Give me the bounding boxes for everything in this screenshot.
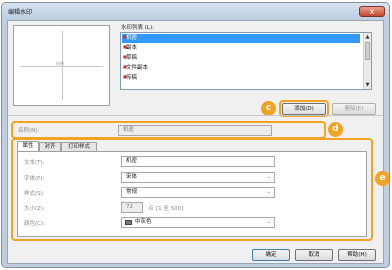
ok-button[interactable]: 确定 bbox=[252, 249, 290, 261]
color-select[interactable]: 中灰色 ⌄ bbox=[121, 217, 275, 228]
font-select[interactable]: 宋体 ⌄ bbox=[121, 172, 275, 183]
list-item[interactable]: ■ 传稿 bbox=[122, 74, 360, 83]
edit-watermark-dialog: 编辑水印 x 机密 水印列表 (L): ■ 机密 ■ 副本 ■ 草稿 ■ 文件副本 ■ 传… bbox=[1, 2, 390, 268]
cancel-button[interactable]: 取消 bbox=[295, 249, 333, 261]
size-unit: 点 bbox=[148, 206, 154, 212]
font-label: 字体(F): bbox=[24, 176, 45, 182]
red-square-icon: ■ bbox=[123, 64, 127, 69]
help-button[interactable]: 帮助(H) bbox=[338, 249, 376, 261]
separator bbox=[8, 115, 383, 116]
red-square-icon: ■ bbox=[123, 74, 127, 79]
close-button[interactable]: x bbox=[359, 6, 385, 17]
dialog-title: 编辑水印 bbox=[8, 9, 33, 16]
preview-watermark-text: 机密 bbox=[56, 61, 64, 66]
list-scrollbar[interactable]: ▲ ▼ bbox=[363, 33, 371, 89]
scroll-down-arrow-icon[interactable]: ▼ bbox=[364, 81, 371, 89]
callout-e: e bbox=[375, 171, 389, 186]
properties-panel: 文本(T): 机密 字体(F): 宋体 ⌄ 样式(S): 常规 ⌄ 大小(Z): 7… bbox=[17, 151, 367, 237]
chevron-down-icon: ⌄ bbox=[266, 174, 271, 180]
callout-d: d bbox=[328, 122, 343, 137]
red-square-icon: ■ bbox=[123, 44, 127, 49]
text-label: 文本(T): bbox=[24, 160, 45, 166]
list-item[interactable]: ■ 草稿 bbox=[122, 54, 360, 63]
list-item[interactable]: ■ 文件副本 bbox=[122, 64, 360, 73]
list-item[interactable]: ■ 副本 bbox=[122, 44, 360, 53]
title-bar: 编辑水印 x bbox=[2, 3, 389, 20]
color-label: 颜色(C): bbox=[24, 221, 45, 227]
name-field[interactable]: 机密 bbox=[118, 125, 272, 136]
red-square-icon: ■ bbox=[123, 34, 127, 39]
style-select[interactable]: 常规 ⌄ bbox=[121, 187, 275, 198]
add-button[interactable]: 添加(D) bbox=[282, 103, 326, 115]
chevron-down-icon: ⌄ bbox=[266, 189, 271, 195]
list-item[interactable]: ■ 机密 bbox=[122, 34, 360, 43]
watermark-preview: 机密 bbox=[13, 25, 110, 106]
name-label: 名称(N): bbox=[18, 128, 40, 134]
scroll-up-arrow-icon[interactable]: ▲ bbox=[364, 33, 371, 41]
delete-button[interactable]: 删除(E) bbox=[332, 103, 376, 115]
color-swatch bbox=[125, 220, 132, 225]
close-icon: x bbox=[369, 7, 375, 16]
scroll-thumb[interactable] bbox=[365, 42, 370, 60]
size-label: 大小(Z): bbox=[24, 206, 45, 212]
text-input[interactable]: 机密 bbox=[121, 156, 275, 167]
size-spinner[interactable]: 72 bbox=[121, 202, 143, 213]
callout-c: c bbox=[261, 101, 276, 116]
dialog-content: 机密 水印列表 (L): ■ 机密 ■ 副本 ■ 草稿 ■ 文件副本 ■ 传稿 ▲ ▼ 添… bbox=[7, 20, 389, 264]
watermark-list-label: 水印列表 (L): bbox=[121, 25, 154, 31]
size-range: [1 至 500] bbox=[156, 206, 184, 212]
watermark-list[interactable]: ■ 机密 ■ 副本 ■ 草稿 ■ 文件副本 ■ 传稿 ▲ ▼ bbox=[120, 32, 372, 90]
chevron-down-icon: ⌄ bbox=[266, 219, 271, 225]
red-square-icon: ■ bbox=[123, 54, 127, 59]
style-label: 样式(S): bbox=[24, 191, 45, 197]
